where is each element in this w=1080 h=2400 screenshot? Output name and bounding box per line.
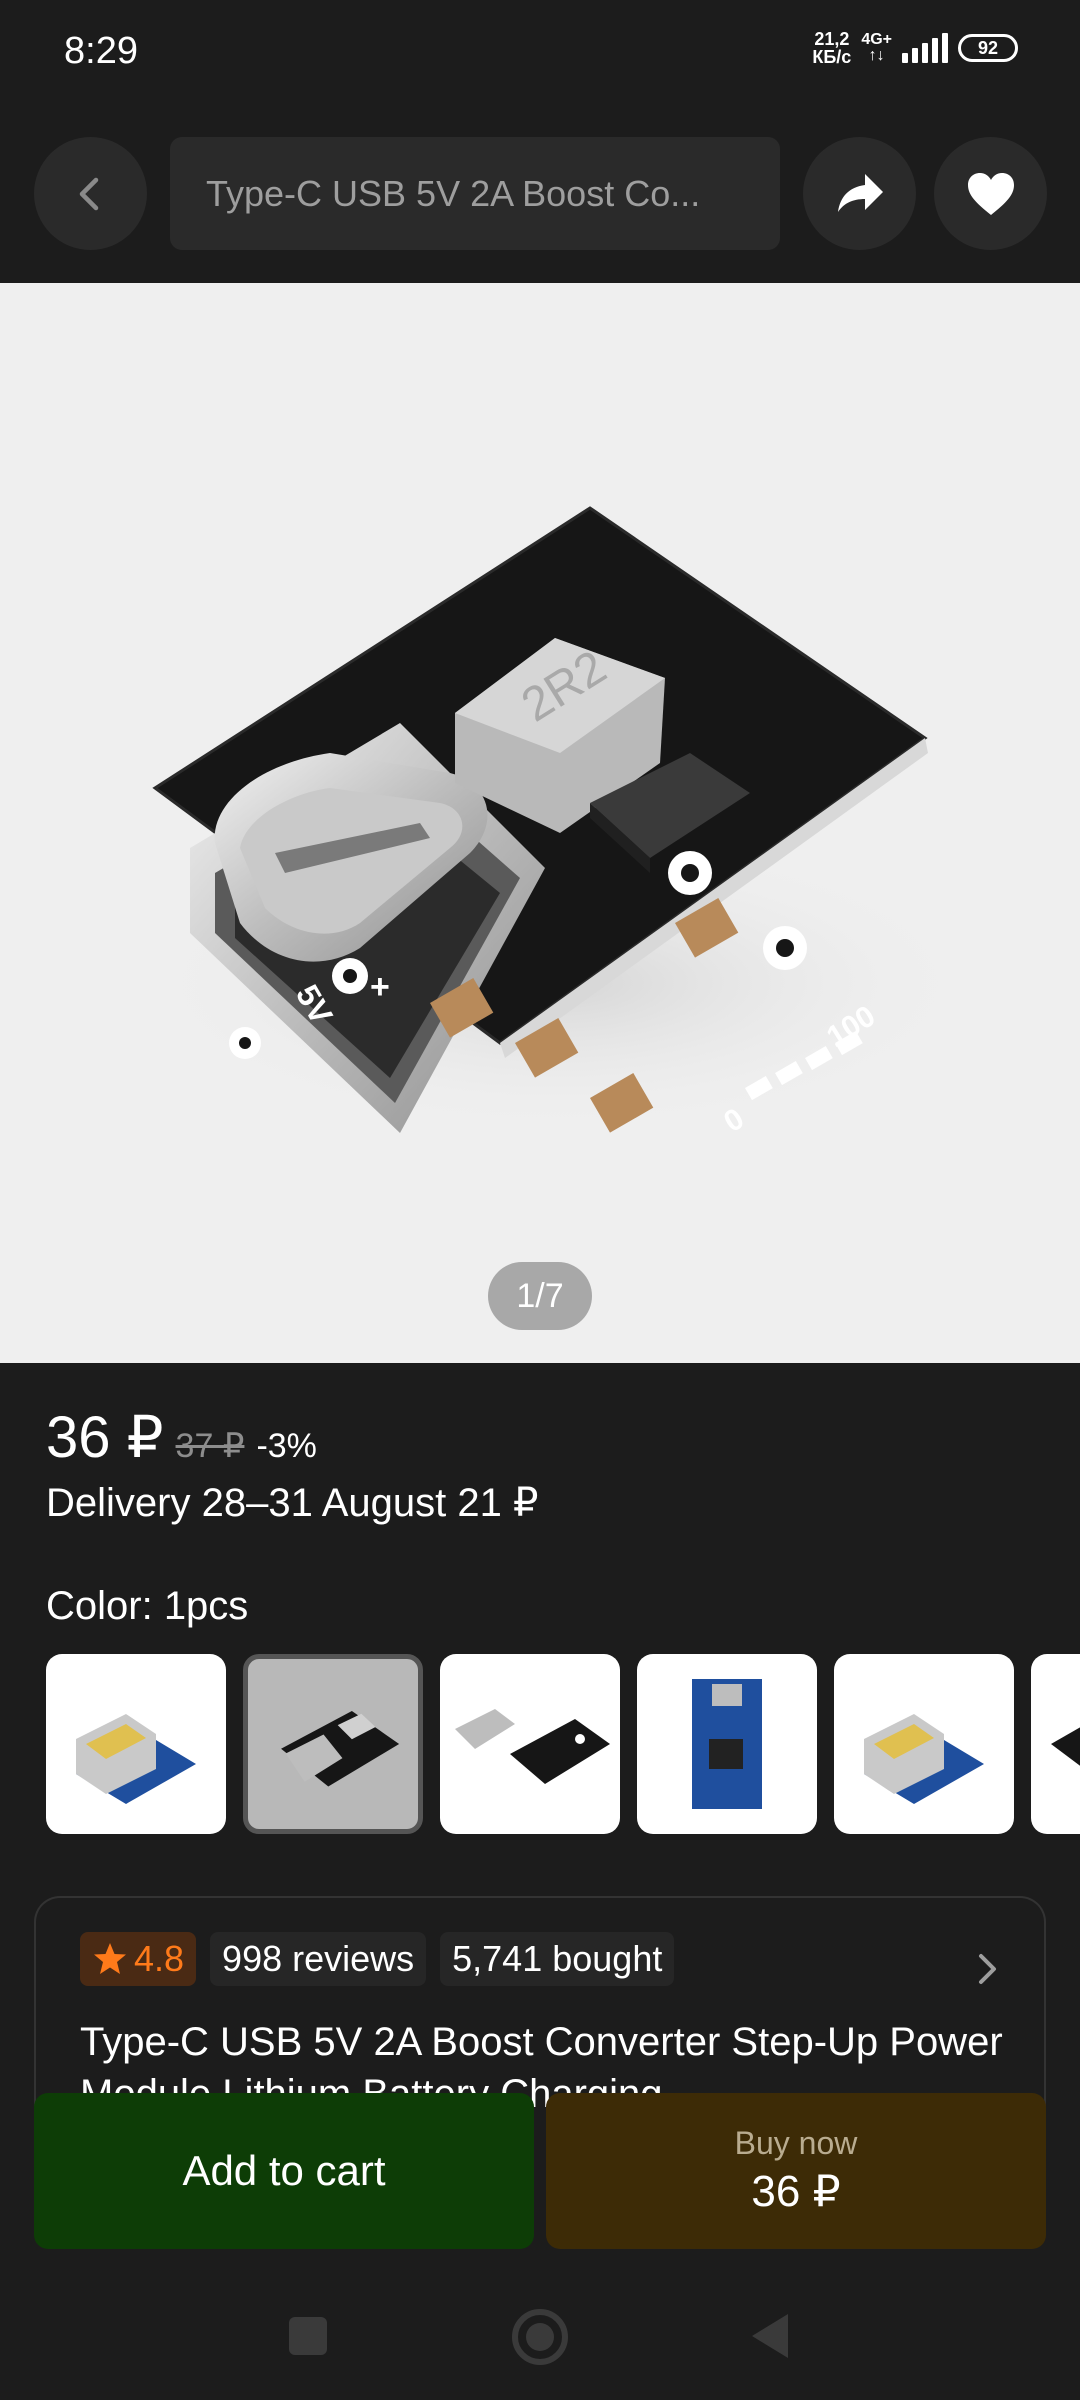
variant-option-4[interactable] (637, 1654, 817, 1834)
battery-level: 92 (977, 37, 999, 58)
buy-now-price: 36 ₽ (751, 2167, 841, 2216)
rating-value: 4.8 (134, 1938, 185, 1979)
recent-apps-icon[interactable] (287, 2315, 329, 2357)
battery-icon: 92 (958, 34, 1018, 62)
status-bar: 8:29 21,2 КБ/с 4G+ ↑↓ 92 (0, 0, 1080, 105)
signal-icon (902, 33, 948, 63)
image-counter: 1/7 (488, 1262, 592, 1330)
color-label: Color: 1pcs (46, 1584, 249, 1628)
add-to-cart-button[interactable]: Add to cart (34, 2093, 534, 2249)
current-price: 36 ₽ (46, 1405, 164, 1470)
product-image: 2R2 5V + 100 0 (140, 506, 980, 1139)
delivery-info: Delivery 28–31 August 21 ₽ (46, 1481, 539, 1525)
search-field[interactable]: Type-C USB 5V 2A Boost Co... (170, 137, 780, 250)
status-time: 8:29 (64, 30, 138, 72)
variant-thumbnail (455, 1709, 610, 1784)
share-arrow-icon (837, 173, 883, 212)
rating-row: 4.8 998 reviews 5,741 bought (80, 1932, 675, 1986)
back-button[interactable] (34, 137, 147, 250)
board-label-plus: + (370, 968, 390, 1006)
reviews-chip: 998 reviews (210, 1932, 427, 1986)
share-button[interactable] (803, 137, 916, 250)
variant-option-6[interactable] (1031, 1654, 1080, 1834)
top-app-bar: Type-C USB 5V 2A Boost Co... (0, 105, 1080, 283)
buy-now-button[interactable]: Buy now 36 ₽ (546, 2093, 1046, 2249)
network-speed-unit: КБ/с (812, 47, 852, 67)
bought-chip: 5,741 bought (440, 1932, 675, 1986)
network-type-label: 4G+ (861, 31, 892, 48)
variant-thumbnail (692, 1679, 762, 1809)
add-to-cart-label: Add to cart (182, 2147, 386, 2194)
heart-icon (967, 172, 1014, 215)
variant-thumbnail (864, 1714, 984, 1804)
discount-badge: -3% (256, 1427, 317, 1465)
variant-option-5[interactable] (834, 1654, 1014, 1834)
chevron-left-icon (79, 177, 98, 210)
network-type: 4G+ ↑↓ (861, 32, 892, 64)
color-variants (46, 1654, 1080, 1836)
rating-badge: 4.8 (80, 1932, 197, 1986)
old-price: 37 ₽ (175, 1427, 245, 1465)
product-image-gallery[interactable]: 2R2 5V + 100 0 (0, 283, 1080, 1363)
status-icons: 21,2 КБ/с 4G+ ↑↓ 92 (812, 30, 1018, 66)
network-activity-icon: ↑↓ (868, 47, 885, 64)
chevron-right-icon (979, 1954, 996, 1984)
variant-option-2[interactable] (243, 1654, 423, 1834)
home-icon[interactable] (511, 2308, 569, 2366)
search-text: Type-C USB 5V 2A Boost Co... (206, 172, 701, 214)
star-icon (94, 1943, 126, 1974)
variant-option-3[interactable] (440, 1654, 620, 1834)
favorite-button[interactable] (934, 137, 1047, 250)
variant-thumbnail (1051, 1727, 1080, 1766)
price-row: 36 ₽ 37 ₽ -3% (46, 1403, 317, 1471)
variant-option-1[interactable] (46, 1654, 226, 1834)
variant-thumbnail (76, 1714, 196, 1804)
back-nav-icon[interactable] (748, 2312, 792, 2360)
network-speed-value: 21,2 (814, 29, 850, 49)
buy-now-label: Buy now (734, 2125, 858, 2161)
variant-thumbnail (281, 1710, 400, 1787)
system-navigation-bar (0, 2270, 1080, 2400)
network-speed: 21,2 КБ/с (812, 30, 851, 66)
